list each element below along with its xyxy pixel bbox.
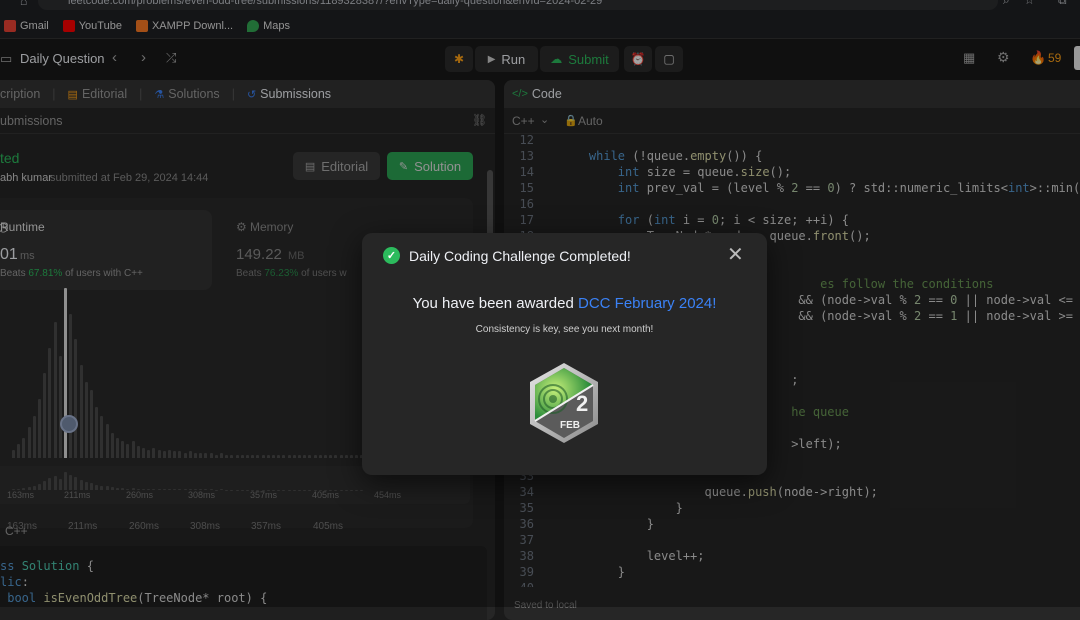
- close-icon[interactable]: ✕: [727, 243, 744, 267]
- award-message: You have been awarded DCC February 2024!: [362, 295, 767, 312]
- badge-day: 2: [576, 391, 588, 417]
- modal-title: Daily Coding Challenge Completed!: [409, 248, 631, 264]
- badge-month: FEB: [560, 420, 580, 431]
- daily-challenge-modal: ✓ Daily Coding Challenge Completed! ✕ Yo…: [362, 233, 767, 475]
- dcc-badge: [526, 361, 602, 445]
- check-circle-icon: ✓: [383, 247, 400, 264]
- award-prefix: You have been awarded: [413, 295, 574, 312]
- modal-subtitle: Consistency is key, see you next month!: [362, 324, 767, 335]
- badge-link[interactable]: DCC February 2024!: [578, 295, 716, 312]
